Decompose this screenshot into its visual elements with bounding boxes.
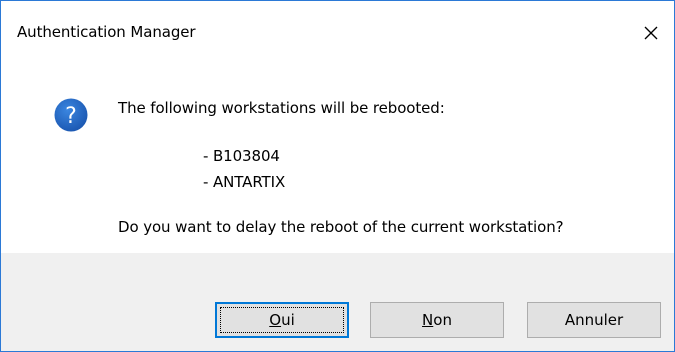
no-mnemonic: N [422,311,434,329]
no-label-rest: on [433,311,452,329]
title-bar[interactable]: Authentication Manager [1,1,674,63]
message-intro: The following workstations will be reboo… [118,99,445,117]
button-bar: Oui Non Annuler [1,253,674,351]
close-button[interactable] [628,13,674,53]
message-area: ? The following workstations will be reb… [1,63,674,253]
cancel-button-label: Annuler [564,311,624,329]
workstation-item: - B103804 [203,147,280,165]
window-title: Authentication Manager [17,23,196,41]
yes-button[interactable]: Oui [215,302,349,338]
yes-mnemonic: O [269,311,282,329]
svg-text:?: ? [65,104,77,129]
yes-button-label: Oui [269,311,295,329]
cancel-button[interactable]: Annuler [527,302,661,338]
workstation-item: - ANTARTIX [203,173,286,191]
message-question: Do you want to delay the reboot of the c… [118,218,564,236]
yes-label-rest: ui [281,311,295,329]
close-icon [644,26,658,40]
question-icon: ? [54,98,88,132]
no-button[interactable]: Non [370,302,504,338]
message-dialog: Authentication Manager ? The following w… [0,0,675,352]
no-button-label: Non [422,311,452,329]
